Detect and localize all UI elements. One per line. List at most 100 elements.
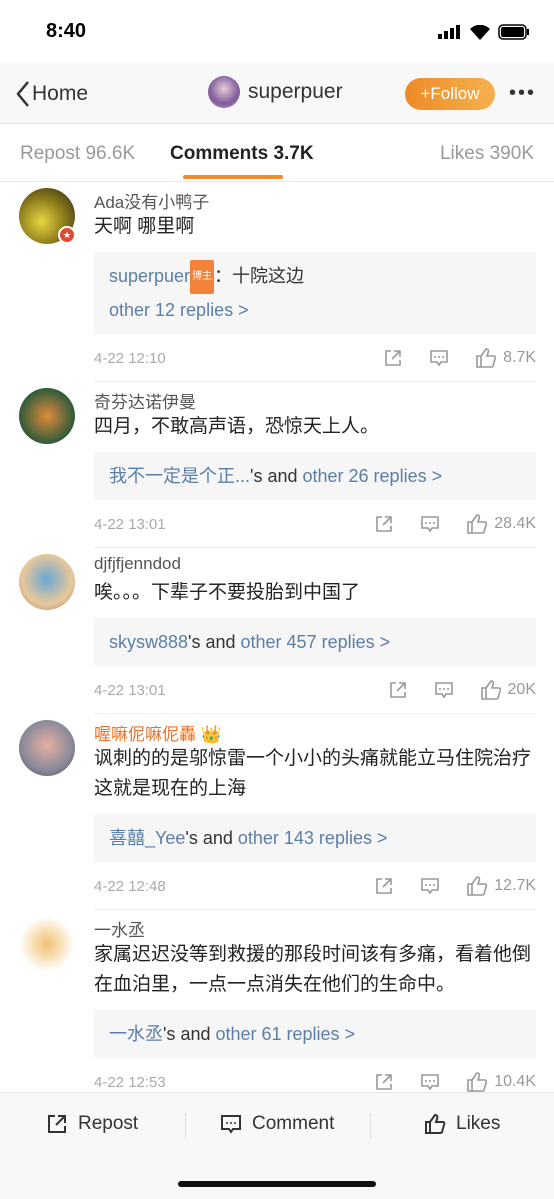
like-button[interactable]: 8.7K <box>475 347 536 369</box>
repost-button[interactable]: Repost <box>46 1113 138 1135</box>
reply-text: ：十院这边 <box>214 266 305 286</box>
battery-icon <box>498 24 529 40</box>
reply-user[interactable]: skysw888 <box>109 632 188 652</box>
status-bar: 8:40 <box>0 0 554 62</box>
back-button[interactable]: Home <box>14 80 88 108</box>
reply-and: 's and <box>250 466 303 486</box>
divider <box>370 1113 371 1139</box>
commenter-name[interactable]: Ada没有小鸭子 <box>94 182 536 212</box>
active-tab-indicator <box>183 175 283 179</box>
more-dots-icon[interactable]: ••• <box>509 82 536 105</box>
more-replies-link[interactable]: other 143 replies > <box>238 828 388 848</box>
comment-item: 一水丞 家属迟迟没等到救援的那段时间该有多痛，看着他倒在血泊里，一点一点消失在他… <box>0 910 554 1106</box>
reply-preview[interactable]: 我不一定是个正...'s and other 26 replies > <box>94 452 536 500</box>
commenter-name-text: 喔嘛伲嘛伲轟 <box>94 725 196 744</box>
timestamp: 4-22 13:01 <box>94 682 166 699</box>
clock: 8:40 <box>46 20 87 42</box>
avatar[interactable] <box>19 720 75 776</box>
avatar[interactable] <box>19 388 75 444</box>
comment-item: 喔嘛伲嘛伲轟 👑 讽刺的的是邬惊雷一个小小的头痛就能立马住院治疗 这就是现在的上… <box>0 714 554 910</box>
likes-button[interactable]: Likes <box>424 1113 500 1135</box>
like-button[interactable]: 28.4K <box>466 513 536 535</box>
comment-button[interactable]: Comment <box>220 1113 334 1135</box>
author-name: superpuer <box>248 80 343 103</box>
like-count: 10.4K <box>494 1073 536 1090</box>
reply-user[interactable]: 我不一定是个正... <box>109 466 250 486</box>
commenter-name[interactable]: 奇芬达诺伊曼 <box>94 382 536 412</box>
comment-text: 唉。。。下辈子不要投胎到中国了 <box>94 582 361 603</box>
author-header[interactable]: superpuer <box>208 76 343 108</box>
comment-list: ★ Ada没有小鸭子 天啊 哪里啊 superpuer 博主 ：十院这边 other … <box>0 182 554 1106</box>
thumbs-up-icon <box>467 876 488 896</box>
like-count: 20K <box>507 681 536 698</box>
comment-icon <box>221 1115 241 1134</box>
timestamp: 4-22 12:53 <box>94 1074 166 1091</box>
reply-preview[interactable]: 喜囍_Yee's and other 143 replies > <box>94 814 536 862</box>
tab-comments[interactable]: Comments 3.7K <box>170 143 314 165</box>
more-replies-link[interactable]: other 457 replies > <box>241 632 391 652</box>
wifi-icon <box>470 24 490 40</box>
comment-meta: 4-22 13:01 20K <box>94 666 536 714</box>
signal-icon <box>438 25 460 39</box>
reply-and: 's and <box>185 828 238 848</box>
follow-button[interactable]: +Follow <box>405 78 495 110</box>
more-replies-link[interactable]: other 26 replies > <box>303 466 443 486</box>
comment-text: 家属迟迟没等到救援的那段时间该有多痛，看着他倒在血泊里，一点一点消失在他们的生命… <box>94 944 532 995</box>
reply-user[interactable]: 喜囍_Yee <box>109 828 185 848</box>
like-button[interactable]: 12.7K <box>466 875 536 897</box>
repost-icon[interactable] <box>374 514 394 534</box>
comment-meta: 4-22 12:48 12.7K <box>94 862 536 910</box>
comment-text: 四月，不敢高声语，恐惊天上人。 <box>94 416 380 437</box>
thumbs-up-icon <box>467 514 488 534</box>
repost-icon[interactable] <box>374 1072 394 1092</box>
repost-icon[interactable] <box>388 680 408 700</box>
likes-label: Likes <box>456 1113 501 1134</box>
tab-repost[interactable]: Repost 96.6K <box>20 143 135 165</box>
commenter-name[interactable]: djfjfjenndod <box>94 548 536 578</box>
commenter-name[interactable]: 一水丞 <box>94 910 536 940</box>
reply-user[interactable]: 一水丞 <box>109 1024 163 1044</box>
timestamp: 4-22 13:01 <box>94 516 166 533</box>
timestamp: 4-22 12:10 <box>94 350 166 367</box>
reply-user[interactable]: superpuer <box>109 266 190 286</box>
like-count: 8.7K <box>503 349 536 366</box>
commenter-name-text: Ada没有小鸭子 <box>94 193 210 212</box>
comment-icon[interactable] <box>420 1072 440 1092</box>
avatar[interactable] <box>19 554 75 610</box>
reply-preview[interactable]: superpuer 博主 ：十院这边 other 12 replies > <box>94 252 536 334</box>
status-icons <box>438 24 530 40</box>
thumbs-up-icon <box>467 1072 488 1092</box>
comment-icon[interactable] <box>420 514 440 534</box>
thumbs-up-icon <box>425 1113 446 1134</box>
like-count: 12.7K <box>494 877 536 894</box>
crown-icon: 👑 <box>200 725 222 744</box>
reply-preview[interactable]: 一水丞's and other 61 replies > <box>94 1010 536 1058</box>
like-button[interactable]: 20K <box>480 679 536 701</box>
comment-meta: 4-22 12:10 8.7K <box>94 334 536 382</box>
more-replies-link[interactable]: other 12 replies > <box>109 294 521 326</box>
more-replies-link[interactable]: other 61 replies > <box>215 1024 355 1044</box>
reply-preview[interactable]: skysw888's and other 457 replies > <box>94 618 536 666</box>
home-indicator[interactable] <box>178 1181 376 1187</box>
comment-icon[interactable] <box>434 680 454 700</box>
thumbs-up-icon <box>480 680 501 700</box>
nav-bar: Home superpuer +Follow ••• <box>0 62 554 124</box>
like-count: 28.4K <box>494 515 536 532</box>
comment-meta: 4-22 13:01 28.4K <box>94 500 536 548</box>
avatar[interactable] <box>208 76 240 108</box>
comment-icon[interactable] <box>429 348 449 368</box>
repost-icon[interactable] <box>383 348 403 368</box>
follow-label: Follow <box>430 84 480 103</box>
commenter-name-text: djfjfjenndod <box>94 554 181 573</box>
back-label: Home <box>32 82 89 105</box>
comment-text: 讽刺的的是邬惊雷一个小小的头痛就能立马住院治疗 这就是现在的上海 <box>94 748 532 799</box>
commenter-name[interactable]: 喔嘛伲嘛伲轟 👑 <box>94 714 536 744</box>
commenter-name-text: 一水丞 <box>94 921 145 940</box>
like-button[interactable]: 10.4K <box>466 1071 536 1093</box>
tab-likes[interactable]: Likes 390K <box>440 143 534 165</box>
tab-bar: Repost 96.6K Comments 3.7K Likes 390K <box>0 124 554 182</box>
avatar[interactable] <box>19 916 75 972</box>
comment-icon[interactable] <box>420 876 440 896</box>
comment-label: Comment <box>252 1113 335 1134</box>
repost-icon[interactable] <box>374 876 394 896</box>
